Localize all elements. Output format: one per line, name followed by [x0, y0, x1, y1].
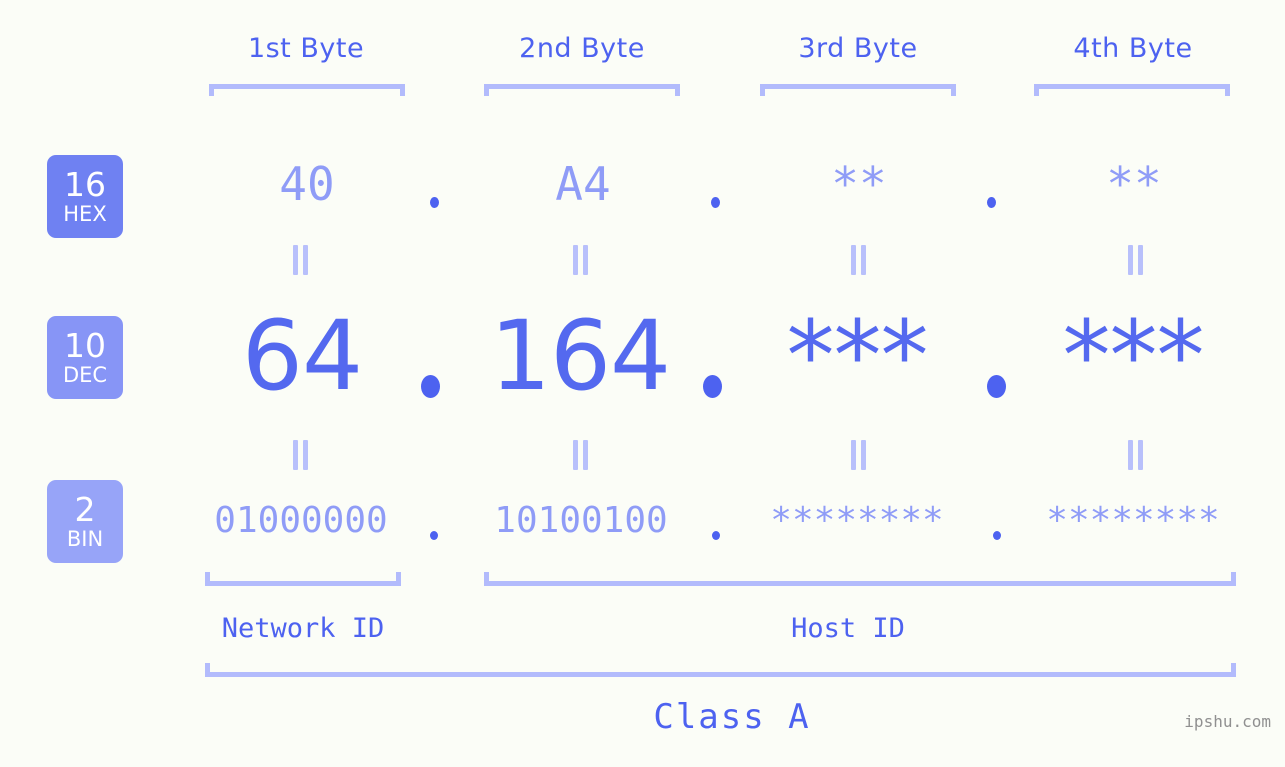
base-badge-bin-abbr: BIN	[66, 527, 104, 551]
hex-octet-1: 40	[279, 157, 335, 211]
equals-icon-dec-bin-4	[1128, 440, 1144, 470]
equals-icon-dec-bin-1	[293, 440, 309, 470]
hex-octet-4: **	[1106, 157, 1162, 211]
equals-icon-hex-dec-4	[1128, 245, 1144, 275]
byte-bracket-1	[209, 84, 405, 96]
dec-octet-4: ***	[1062, 300, 1205, 412]
dec-octet-1: 64	[241, 300, 363, 412]
base-badge-hex[interactable]: 16 HEX	[47, 155, 123, 238]
byte-header-4: 4th Byte	[1073, 33, 1193, 64]
hex-octet-3: **	[831, 157, 887, 211]
equals-icon-hex-dec-3	[851, 245, 867, 275]
watermark: ipshu.com	[1184, 712, 1271, 731]
bin-octet-3: ********	[770, 500, 944, 541]
dec-octet-2: 164	[489, 300, 671, 412]
base-badge-hex-number: 16	[64, 165, 106, 204]
hex-dot-separator-1	[430, 197, 439, 208]
bin-dot-separator-3	[993, 531, 1001, 540]
base-badge-bin-number: 2	[74, 490, 96, 529]
base-badge-dec-abbr: DEC	[62, 363, 108, 387]
byte-bracket-4	[1034, 84, 1230, 96]
base-badge-bin[interactable]: 2 BIN	[47, 480, 123, 563]
hex-octet-2: A4	[555, 157, 611, 211]
dec-dot-separator-1	[421, 375, 440, 398]
bin-octet-1: 01000000	[214, 500, 388, 541]
hex-dot-separator-3	[987, 197, 996, 208]
byte-header-2: 2nd Byte	[519, 33, 645, 64]
dec-dot-separator-3	[987, 375, 1006, 398]
network-id-label: Network ID	[221, 613, 385, 644]
class-bracket	[205, 663, 1236, 677]
byte-header-1: 1st Byte	[247, 33, 365, 64]
equals-icon-hex-dec-2	[573, 245, 589, 275]
bin-octet-2: 10100100	[494, 500, 668, 541]
bin-dot-separator-2	[712, 531, 720, 540]
network-id-bracket	[205, 572, 401, 586]
hex-dot-separator-2	[711, 197, 720, 208]
byte-bracket-2	[484, 84, 680, 96]
class-label: Class A	[653, 697, 811, 737]
equals-icon-hex-dec-1	[293, 245, 309, 275]
byte-header-3: 3rd Byte	[798, 33, 918, 64]
ip-address-breakdown-diagram: 1st Byte 2nd Byte 3rd Byte 4th Byte 16 H…	[0, 0, 1285, 767]
dec-dot-separator-2	[703, 375, 722, 398]
host-id-label: Host ID	[791, 613, 905, 644]
bin-octet-4: ********	[1046, 500, 1220, 541]
equals-icon-dec-bin-3	[851, 440, 867, 470]
base-badge-hex-abbr: HEX	[63, 202, 107, 226]
base-badge-dec-number: 10	[64, 326, 106, 365]
dec-octet-3: ***	[786, 300, 929, 412]
bin-dot-separator-1	[430, 531, 438, 540]
equals-icon-dec-bin-2	[573, 440, 589, 470]
host-id-bracket	[484, 572, 1236, 586]
base-badge-dec[interactable]: 10 DEC	[47, 316, 123, 399]
byte-bracket-3	[760, 84, 956, 96]
